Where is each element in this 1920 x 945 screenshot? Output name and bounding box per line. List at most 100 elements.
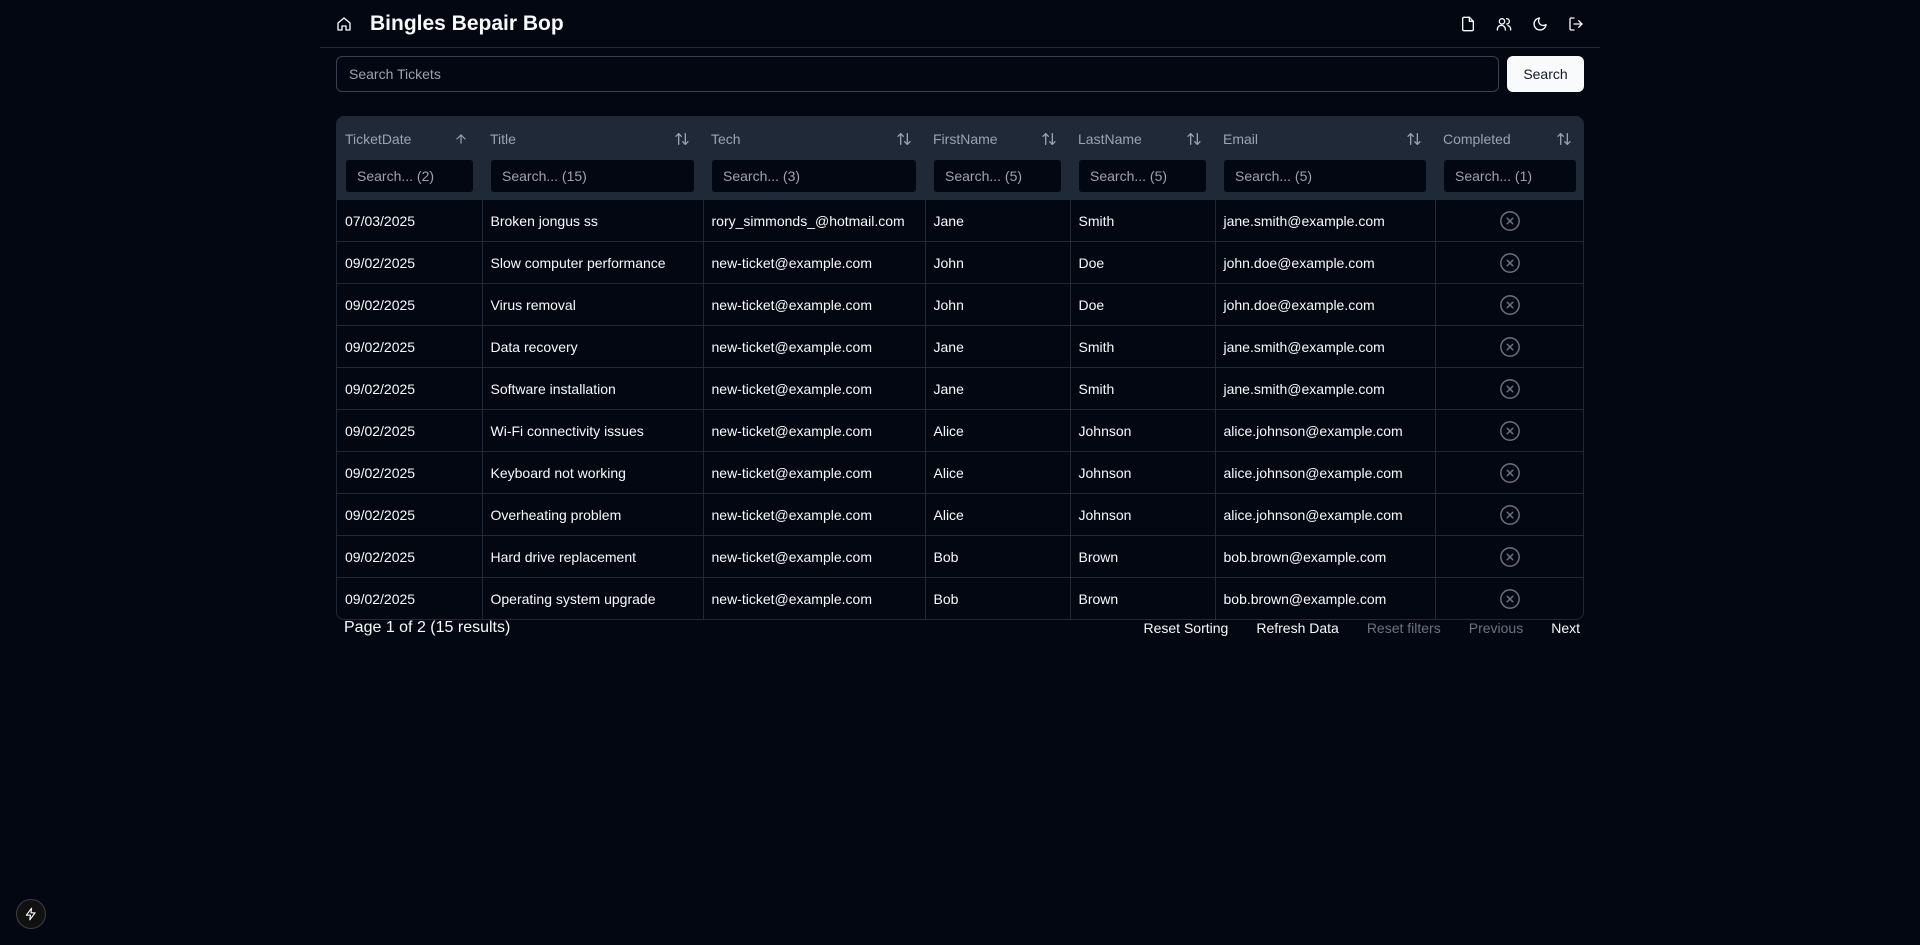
table-row[interactable]: 09/02/2025 Wi-Fi connectivity issues new-t…	[337, 409, 1583, 452]
cell-title: Keyboard not working	[482, 451, 704, 494]
cell-email: bob.brown@example.com	[1215, 535, 1436, 578]
x-circle-icon	[1499, 462, 1521, 484]
filter-input-completed[interactable]	[1443, 159, 1577, 193]
table-row[interactable]: 09/02/2025 Keyboard not working new-ticket…	[337, 451, 1583, 494]
cell-email: jane.smith@example.com	[1215, 325, 1436, 368]
cell-lastname: Brown	[1070, 535, 1216, 578]
table-row[interactable]: 09/02/2025 Hard drive replacement new-tick…	[337, 535, 1583, 578]
x-circle-icon	[1499, 504, 1521, 526]
column-header-firstname[interactable]: FirstName	[925, 117, 1070, 200]
search-bar: Search	[336, 56, 1584, 92]
filter-input-tech[interactable]	[711, 159, 917, 193]
x-circle-icon	[1499, 294, 1521, 316]
filter-input-lastname[interactable]	[1078, 159, 1207, 193]
cell-email: alice.johnson@example.com	[1215, 451, 1436, 494]
cell-ticketdate: 09/02/2025	[337, 367, 483, 410]
column-header-tech[interactable]: Tech	[703, 117, 925, 200]
cell-lastname: Smith	[1070, 325, 1216, 368]
table-body: 07/03/2025 Broken jongus ss rory_simmonds_…	[337, 199, 1583, 619]
reset-filters-button[interactable]: Reset filters	[1353, 610, 1455, 646]
cell-tech: new-ticket@example.com	[703, 409, 926, 452]
table-row[interactable]: 09/02/2025 Software installation new-ticke…	[337, 367, 1583, 410]
previous-page-button[interactable]: Previous	[1455, 610, 1537, 646]
cell-firstname: Alice	[925, 451, 1071, 494]
cell-lastname: Doe	[1070, 241, 1216, 284]
x-circle-icon	[1499, 378, 1521, 400]
x-circle-icon	[1499, 546, 1521, 568]
cell-firstname: Jane	[925, 367, 1071, 410]
cell-firstname: John	[925, 283, 1071, 326]
app-title: Bingles Bepair Bop	[370, 11, 564, 35]
sort-icon[interactable]	[1185, 130, 1203, 148]
cell-completed	[1435, 535, 1583, 578]
search-input[interactable]	[336, 56, 1499, 92]
lightning-icon[interactable]	[16, 899, 46, 929]
next-page-button[interactable]: Next	[1537, 610, 1584, 646]
cell-email: john.doe@example.com	[1215, 283, 1436, 326]
home-icon[interactable]	[332, 12, 356, 36]
table-row[interactable]: 09/02/2025 Slow computer performance new-t…	[337, 241, 1583, 284]
filter-input-title[interactable]	[490, 159, 695, 193]
search-button[interactable]: Search	[1507, 56, 1584, 92]
sort-icon[interactable]	[895, 130, 913, 148]
app-container: Bingles Bepair Bop Search Tickets Search…	[320, 0, 1600, 636]
filter-input-firstname[interactable]	[933, 159, 1062, 193]
column-header-completed[interactable]: Completed	[1435, 117, 1583, 200]
cell-tech: new-ticket@example.com	[703, 367, 926, 410]
cell-email: alice.johnson@example.com	[1215, 493, 1436, 536]
sort-icon[interactable]	[1405, 130, 1423, 148]
cell-lastname: Johnson	[1070, 409, 1216, 452]
cell-email: john.doe@example.com	[1215, 241, 1436, 284]
cell-ticketdate: 09/02/2025	[337, 493, 483, 536]
table-row[interactable]: 09/02/2025 Data recovery new-ticket@exampl…	[337, 325, 1583, 368]
sort-icon[interactable]	[1040, 130, 1058, 148]
cell-completed	[1435, 409, 1583, 452]
sort-asc-icon[interactable]	[452, 130, 470, 148]
refresh-data-button[interactable]: Refresh Data	[1242, 610, 1352, 646]
cell-tech: new-ticket@example.com	[703, 535, 926, 578]
cell-email: jane.smith@example.com	[1215, 199, 1436, 242]
cell-ticketdate: 09/02/2025	[337, 409, 483, 452]
column-header-lastname[interactable]: LastName	[1070, 117, 1215, 200]
column-header-email[interactable]: Email	[1215, 117, 1435, 200]
cell-firstname: Jane	[925, 325, 1071, 368]
x-circle-icon	[1499, 420, 1521, 442]
users-icon[interactable]	[1492, 12, 1516, 36]
column-label: Tech	[711, 131, 741, 147]
cell-firstname: Jane	[925, 199, 1071, 242]
cell-lastname: Smith	[1070, 367, 1216, 410]
page-info: Page 1 of 2 (15 results)	[344, 619, 511, 636]
cell-completed	[1435, 493, 1583, 536]
file-icon[interactable]	[1456, 12, 1480, 36]
cell-lastname: Johnson	[1070, 493, 1216, 536]
filter-input-email[interactable]	[1223, 159, 1427, 193]
cell-completed	[1435, 325, 1583, 368]
x-circle-icon	[1499, 588, 1521, 610]
cell-ticketdate: 09/02/2025	[337, 451, 483, 494]
cell-ticketdate: 09/02/2025	[337, 241, 483, 284]
table-row[interactable]: 07/03/2025 Broken jongus ss rory_simmonds_…	[337, 199, 1583, 242]
filter-input-ticketdate[interactable]	[345, 159, 474, 193]
sort-icon[interactable]	[1555, 130, 1573, 148]
column-label: TicketDate	[345, 131, 412, 147]
table-row[interactable]: 09/02/2025 Overheating problem new-ticket@…	[337, 493, 1583, 536]
column-label: Title	[490, 131, 516, 147]
cell-ticketdate: 09/02/2025	[337, 325, 483, 368]
cell-tech: new-ticket@example.com	[703, 283, 926, 326]
cell-completed	[1435, 241, 1583, 284]
x-circle-icon	[1499, 252, 1521, 274]
moon-icon[interactable]	[1528, 12, 1552, 36]
pagination-bar: Page 1 of 2 (15 results) Reset Sorting R…	[336, 608, 1584, 648]
cell-title: Broken jongus ss	[482, 199, 704, 242]
logout-icon[interactable]	[1564, 12, 1588, 36]
cell-lastname: Doe	[1070, 283, 1216, 326]
column-header-title[interactable]: Title	[482, 117, 703, 200]
sort-icon[interactable]	[673, 130, 691, 148]
cell-completed	[1435, 367, 1583, 410]
column-header-ticketdate[interactable]: TicketDate	[337, 117, 482, 200]
cell-completed	[1435, 283, 1583, 326]
cell-tech: new-ticket@example.com	[703, 451, 926, 494]
reset-sorting-button[interactable]: Reset Sorting	[1130, 610, 1243, 646]
table-row[interactable]: 09/02/2025 Virus removal new-ticket@exampl…	[337, 283, 1583, 326]
header-actions	[1456, 12, 1588, 36]
